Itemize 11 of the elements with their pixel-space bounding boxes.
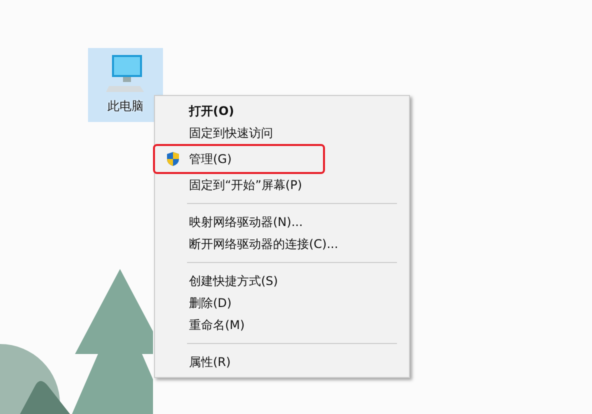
menu-item[interactable]: 重命名(M) — [157, 314, 407, 336]
menu-item[interactable]: 管理(G) — [155, 146, 323, 172]
menu-item[interactable]: 固定到快速访问 — [157, 122, 407, 144]
icon-label: 此电脑 — [108, 98, 144, 115]
menu-item[interactable]: 删除(D) — [157, 292, 407, 314]
desktop-icon[interactable]: 此电脑 — [88, 48, 163, 122]
menu-item[interactable]: 断开网络驱动器的连接(C)... — [157, 233, 407, 255]
menu-item[interactable]: 固定到“开始”屏幕(P) — [157, 174, 407, 196]
menu-item[interactable]: 创建快捷方式(S) — [157, 270, 407, 292]
menu-item[interactable]: 映射网络驱动器(N)... — [157, 211, 407, 233]
menu-item[interactable]: 属性(R) — [157, 351, 407, 373]
